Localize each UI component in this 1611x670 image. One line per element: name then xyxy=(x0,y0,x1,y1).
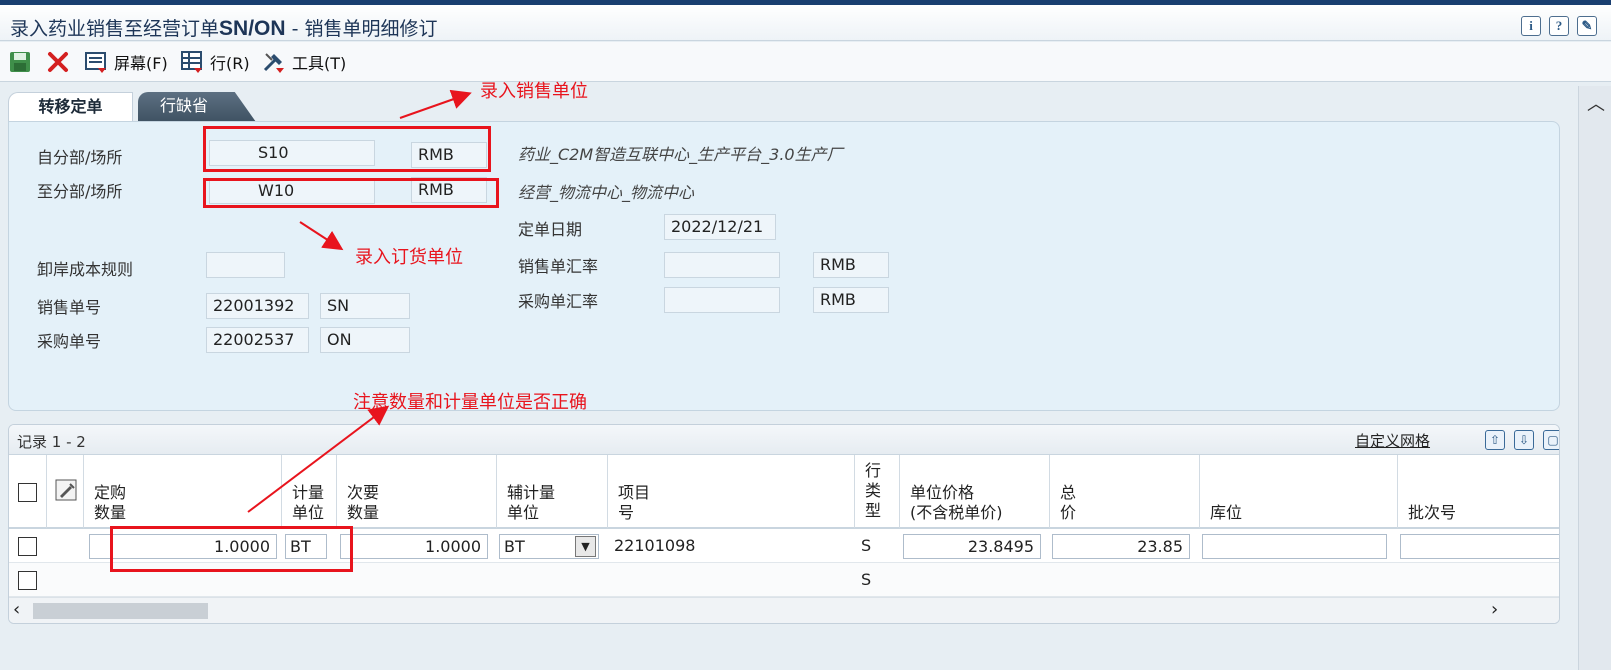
col-header-total[interactable]: 总价 xyxy=(1050,455,1200,529)
sales-order-number-label: 销售单号 xyxy=(37,298,102,317)
scroll-thumb[interactable] xyxy=(33,603,208,619)
col-header-uom[interactable]: 计量 单位 xyxy=(282,455,337,529)
line-type-cell: S xyxy=(861,536,872,555)
edit-column xyxy=(47,455,84,529)
purchase-order-type-field: ON xyxy=(320,327,410,353)
location-input[interactable] xyxy=(1202,534,1387,559)
sales-unit-note: 录入销售单位 xyxy=(480,81,588,102)
save-button[interactable] xyxy=(8,50,32,74)
row-checkbox[interactable] xyxy=(18,537,37,556)
tab-line-defaults[interactable]: 行缺省 xyxy=(138,92,256,122)
to-branch-label: 至分部/场所 xyxy=(37,182,123,201)
grid-horizontal-scrollbar[interactable]: ‹ › xyxy=(9,597,1559,623)
dropdown-arrow-icon[interactable]: ▼ xyxy=(575,536,596,557)
col-header-qty2[interactable]: 次要 数量 xyxy=(337,455,497,529)
lot-input[interactable] xyxy=(1400,534,1559,559)
qty2-input[interactable]: 1.0000 xyxy=(340,534,488,559)
customize-grid-link[interactable]: 自定义网格 xyxy=(1355,430,1430,451)
order-date-field[interactable]: 2022/12/21 xyxy=(664,214,776,240)
uom2-value: BT xyxy=(504,537,525,556)
line-type-cell: S xyxy=(861,570,872,589)
maximize-grid-icon[interactable]: ▢ xyxy=(1543,430,1559,450)
order-date-label: 定单日期 xyxy=(518,220,583,239)
unit-price-input[interactable]: 23.8495 xyxy=(903,534,1041,559)
screen-icon xyxy=(85,52,106,73)
page-scrollbar[interactable]: ︿ xyxy=(1578,86,1611,670)
page-title: 录入药业销售至经营订单SN/ON - 销售单明细修订 xyxy=(10,17,438,40)
edit-pencil-icon[interactable] xyxy=(55,479,77,501)
uom2-select[interactable]: BT ▼ xyxy=(499,534,599,559)
sales-rate-currency: RMB xyxy=(813,252,889,278)
import-icon[interactable]: ⇩ xyxy=(1514,430,1534,450)
from-branch-description: 药业_C2M智造互联中心_生产平台_3.0生产厂 xyxy=(518,145,843,164)
select-all-checkbox[interactable] xyxy=(18,483,37,502)
landed-cost-label: 卸岸成本规则 xyxy=(37,260,134,279)
col-header-line-type[interactable]: 行类型 xyxy=(855,455,900,529)
sales-order-type-field: SN xyxy=(320,293,410,319)
screen-menu-label: 屏幕(F) xyxy=(114,54,168,73)
landed-cost-field[interactable] xyxy=(206,252,285,278)
qty-uom-note: 注意数量和计量单位是否正确 xyxy=(353,392,587,413)
select-all-column xyxy=(9,455,47,529)
grid-header-bar: 记录 1 - 2 自定义网格 ⇧ ⇩ ▢ xyxy=(9,425,1559,455)
detail-grid: 记录 1 - 2 自定义网格 ⇧ ⇩ ▢ 定购 数量 计量 单位 次要 数量 辅计量单… xyxy=(8,424,1560,624)
qty-uom-highlight-box xyxy=(110,526,353,572)
col-header-unit-price[interactable]: 单位价格 (不含税单价) xyxy=(900,455,1050,529)
sales-order-number-field: 22001392 xyxy=(206,293,309,319)
tab-transfer-order[interactable]: 转移定单 xyxy=(8,92,133,122)
row-checkbox[interactable] xyxy=(18,571,37,590)
screen-menu[interactable]: 屏幕(F) xyxy=(84,50,168,74)
col-header-qty[interactable]: 定购 数量 xyxy=(84,455,282,529)
record-count: 记录 1 - 2 xyxy=(17,433,86,451)
from-branch-label: 自分部/场所 xyxy=(37,148,123,167)
tools-icon xyxy=(263,53,284,73)
purchase-order-number-field: 22002537 xyxy=(206,327,309,353)
col-header-lot[interactable]: 批次号 xyxy=(1398,455,1559,529)
title-bar: 录入药业销售至经营订单SN/ON - 销售单明细修订 i ? ✎ xyxy=(0,5,1611,41)
order-unit-highlight-box xyxy=(203,178,499,208)
scroll-left-icon[interactable]: ‹ xyxy=(13,599,20,620)
save-icon xyxy=(10,52,30,72)
total-price-input[interactable]: 23.85 xyxy=(1052,534,1190,559)
row-grid-icon xyxy=(181,51,202,73)
info-icon[interactable]: i xyxy=(1521,16,1541,36)
export-icon[interactable]: ⇧ xyxy=(1485,430,1505,450)
tools-menu[interactable]: 工具(T) xyxy=(262,50,346,74)
col-header-item[interactable]: 项目号 xyxy=(608,455,855,529)
cancel-x-icon xyxy=(48,52,68,72)
help-icon[interactable]: ? xyxy=(1549,16,1569,36)
order-unit-note: 录入订货单位 xyxy=(355,247,463,268)
row-menu[interactable]: 行(R) xyxy=(180,50,250,74)
purchase-order-number-label: 采购单号 xyxy=(37,332,102,351)
row-menu-label: 行(R) xyxy=(210,54,250,73)
tools-menu-label: 工具(T) xyxy=(292,54,347,73)
col-header-uom2[interactable]: 辅计量 单位 xyxy=(497,455,608,529)
cancel-button[interactable] xyxy=(46,50,70,74)
purchase-rate-field[interactable] xyxy=(664,287,780,313)
col-header-location[interactable]: 库位 xyxy=(1200,455,1398,529)
scroll-up-icon[interactable]: ︿ xyxy=(1587,90,1605,116)
sales-rate-field[interactable] xyxy=(664,252,780,278)
sales-unit-highlight-box xyxy=(203,126,491,172)
sales-unit-arrow xyxy=(399,89,472,119)
sales-rate-label: 销售单汇率 xyxy=(518,257,599,276)
item-number-cell: 22101098 xyxy=(614,536,696,555)
purchase-rate-currency: RMB xyxy=(813,287,889,313)
to-branch-description: 经营_物流中心_物流中心 xyxy=(518,183,695,202)
purchase-rate-label: 采购单汇率 xyxy=(518,292,599,311)
toolbar: 屏幕(F) 行(R) 工具(T) xyxy=(0,42,1611,82)
personalize-icon[interactable]: ✎ xyxy=(1577,16,1597,36)
scroll-right-icon[interactable]: › xyxy=(1491,599,1498,620)
